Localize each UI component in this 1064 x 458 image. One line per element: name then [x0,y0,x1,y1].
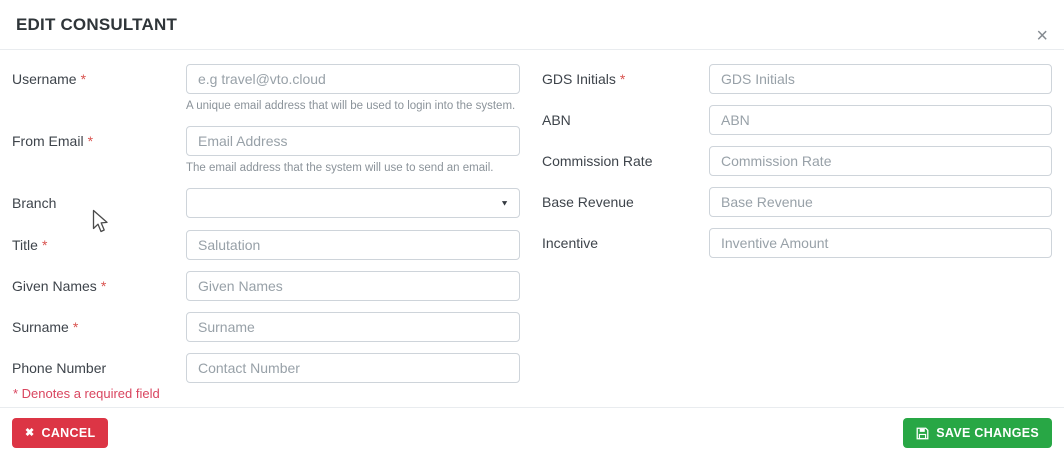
required-asterisk: * [72,319,79,335]
form-row-gds-initials: GDS Initials * [542,64,1052,94]
required-asterisk: * [87,133,94,149]
base-revenue-label-text: Base Revenue [542,194,634,210]
given-names-input[interactable] [186,271,520,301]
form-row-phone-number: Phone Number [12,353,520,383]
abn-input[interactable] [709,105,1052,135]
close-icon[interactable]: × [1032,26,1052,46]
save-changes-button[interactable]: SAVE CHANGES [903,418,1052,448]
branch-label: Branch [12,188,186,218]
username-input[interactable] [186,64,520,94]
form-row-username: Username* A unique email address that wi… [12,64,520,115]
surname-input[interactable] [186,312,520,342]
branch-select[interactable]: ▼ [186,188,520,218]
save-changes-button-label: SAVE CHANGES [936,426,1039,440]
abn-label: ABN [542,105,709,135]
phone-number-input[interactable] [186,353,520,383]
required-asterisk: * [41,237,48,253]
from-email-helper-text: The email address that the system will u… [186,162,494,174]
commission-rate-label-text: Commission Rate [542,153,653,169]
username-label-text: Username [12,71,77,87]
commission-rate-label: Commission Rate [542,146,709,176]
title-input[interactable] [186,230,520,260]
form-row-from-email: From Email* The email address that the s… [12,126,520,177]
cancel-button-label: CANCEL [41,426,96,440]
required-asterisk: * [619,71,626,87]
from-email-label: From Email * [12,126,186,177]
given-names-label-text: Given Names [12,278,97,294]
form-row-abn: ABN [542,105,1052,135]
commission-rate-input[interactable] [709,146,1052,176]
branch-label-text: Branch [12,195,57,211]
incentive-input[interactable] [709,228,1052,258]
gds-initials-label-text: GDS Initials [542,71,616,87]
surname-label: Surname * [12,312,186,342]
from-email-label-text: From Email [12,133,84,149]
base-revenue-input[interactable] [709,187,1052,217]
modal-header: EDIT CONSULTANT [0,0,1064,50]
edit-consultant-modal: EDIT CONSULTANT × Username* A unique ema… [0,0,1064,458]
form-row-commission-rate: Commission Rate [542,146,1052,176]
phone-number-label: Phone Number [12,353,186,383]
required-asterisk: * [80,71,87,87]
required-field-note: * Denotes a required field [13,386,160,401]
from-email-input[interactable] [186,126,520,156]
gds-initials-label: GDS Initials * [542,64,709,94]
form-row-incentive: Incentive [542,228,1052,258]
username-helper-text: A unique email address that will be used… [186,100,516,112]
form-column-right: GDS Initials* ABN Commission Rate Base R… [542,64,1052,401]
floppy-disk-icon [916,427,929,440]
phone-number-label-text: Phone Number [12,360,107,376]
given-names-label: Given Names * [12,271,186,301]
title-label: Title * [12,230,186,260]
form-row-branch: Branch ▼ [12,188,520,218]
form-row-surname: Surname * [12,312,520,342]
form-row-given-names: Given Names * [12,271,520,301]
form-row-title: Title * [12,230,520,260]
abn-label-text: ABN [542,112,571,128]
surname-label-text: Surname [12,319,69,335]
x-icon: ✖ [25,426,35,439]
base-revenue-label: Base Revenue [542,187,709,217]
form-row-base-revenue: Base Revenue [542,187,1052,217]
incentive-label-text: Incentive [542,235,599,251]
required-asterisk: * [100,278,107,294]
modal-footer: ✖ CANCEL SAVE CHANGES [0,407,1064,458]
caret-down-icon: ▼ [500,198,509,208]
page-title: EDIT CONSULTANT [16,14,178,34]
incentive-label: Incentive [542,228,709,258]
username-label: Username * [12,64,186,115]
cancel-button[interactable]: ✖ CANCEL [12,418,109,448]
form-column-left: Username* A unique email address that wi… [12,64,520,401]
gds-initials-input[interactable] [709,64,1052,94]
modal-body: Username* A unique email address that wi… [0,50,1064,401]
title-label-text: Title [12,237,38,253]
